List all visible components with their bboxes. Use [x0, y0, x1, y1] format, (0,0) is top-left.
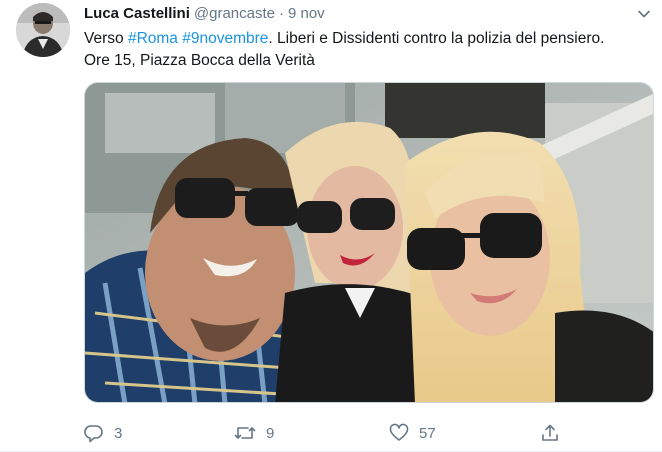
retweet-count: 9	[266, 424, 275, 442]
tweet-text-line-1: Verso #Roma #9novembre. Liberi e Disside…	[84, 28, 650, 50]
avatar[interactable]	[16, 3, 70, 57]
chevron-down-icon[interactable]	[636, 6, 652, 22]
reply-icon	[84, 423, 104, 443]
tweet-text: Verso #Roma #9novembre. Liberi e Disside…	[84, 28, 650, 72]
tweet-timestamp[interactable]: 9 nov	[288, 5, 325, 22]
tweet-photo[interactable]	[84, 82, 654, 403]
like-button[interactable]: 57	[389, 420, 436, 446]
avatar-photo	[16, 3, 70, 57]
tweet-header: Luca Castellini @grancaste · 9 nov	[84, 4, 622, 26]
tweet[interactable]: Luca Castellini @grancaste · 9 nov Verso #R…	[0, 0, 662, 452]
hashtag-roma[interactable]: #Roma	[128, 30, 178, 47]
author-handle[interactable]: @grancaste	[194, 5, 275, 22]
selfie-photo	[85, 83, 653, 402]
share-button[interactable]	[540, 420, 560, 446]
retweet-icon	[234, 423, 256, 443]
text-segment: . Liberi e Dissidenti contro la polizia …	[268, 30, 605, 47]
hashtag-9novembre[interactable]: #9novembre	[182, 30, 268, 47]
reply-button[interactable]: 3	[84, 420, 122, 446]
tweet-text-line-2: Ore 15, Piazza Bocca della Verità	[84, 52, 315, 69]
separator-dot: ·	[278, 5, 284, 22]
like-count: 57	[419, 424, 436, 442]
retweet-button[interactable]: 9	[234, 420, 274, 446]
tweet-actions: 3 9 57	[84, 420, 654, 446]
share-icon	[540, 423, 560, 443]
author-name[interactable]: Luca Castellini	[84, 5, 190, 22]
reply-count: 3	[114, 424, 123, 442]
heart-icon	[389, 423, 409, 443]
text-segment: Verso	[84, 30, 128, 47]
